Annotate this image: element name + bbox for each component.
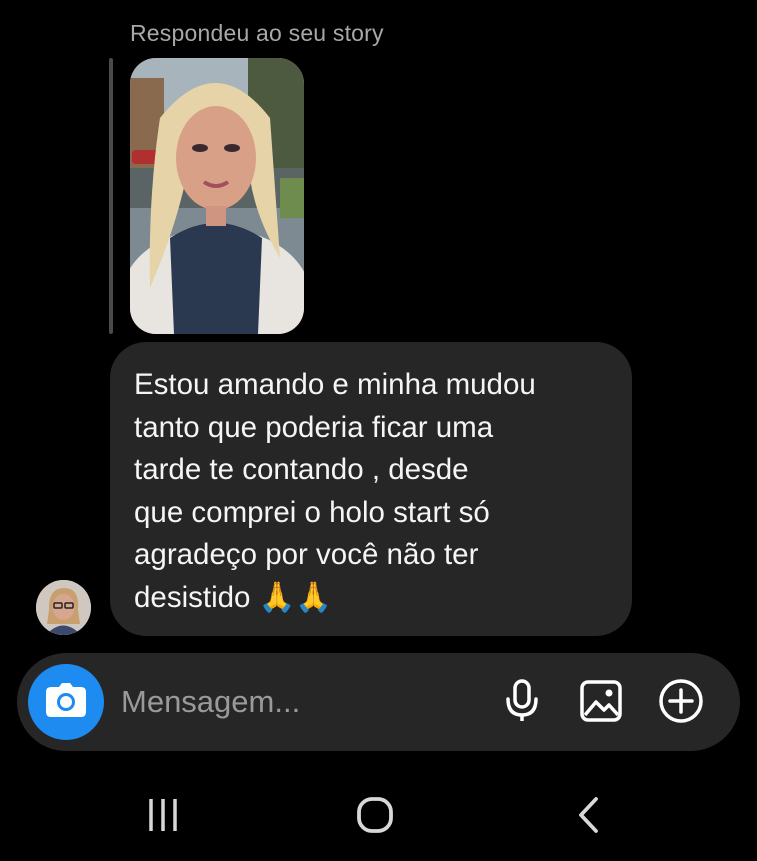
message-text: Estou amando e minha mudou tanto que pod… (134, 368, 536, 614)
back-chevron-icon (576, 796, 600, 839)
voice-message-button[interactable] (498, 678, 546, 728)
message-bubble[interactable]: Estou amando e minha mudou tanto que pod… (110, 342, 632, 636)
recent-apps-button[interactable] (133, 792, 193, 842)
story-reply-caption: Respondeu ao seu story (130, 20, 384, 46)
plus-circle-icon (658, 678, 704, 729)
sender-avatar[interactable] (36, 580, 91, 635)
camera-icon (46, 682, 86, 722)
gallery-button[interactable] (577, 679, 625, 727)
home-button[interactable] (345, 792, 405, 842)
camera-button[interactable] (28, 664, 104, 740)
back-button[interactable] (558, 792, 618, 842)
image-gallery-icon (579, 679, 623, 728)
home-icon (356, 796, 394, 839)
story-reply-quote-bar (109, 58, 113, 334)
more-options-button[interactable] (657, 678, 705, 729)
message-input[interactable] (121, 681, 481, 723)
system-navigation-bar (0, 772, 757, 861)
microphone-icon (505, 678, 539, 728)
message-composer (17, 653, 740, 751)
story-thumbnail[interactable] (130, 58, 304, 334)
recent-apps-icon (146, 797, 180, 838)
